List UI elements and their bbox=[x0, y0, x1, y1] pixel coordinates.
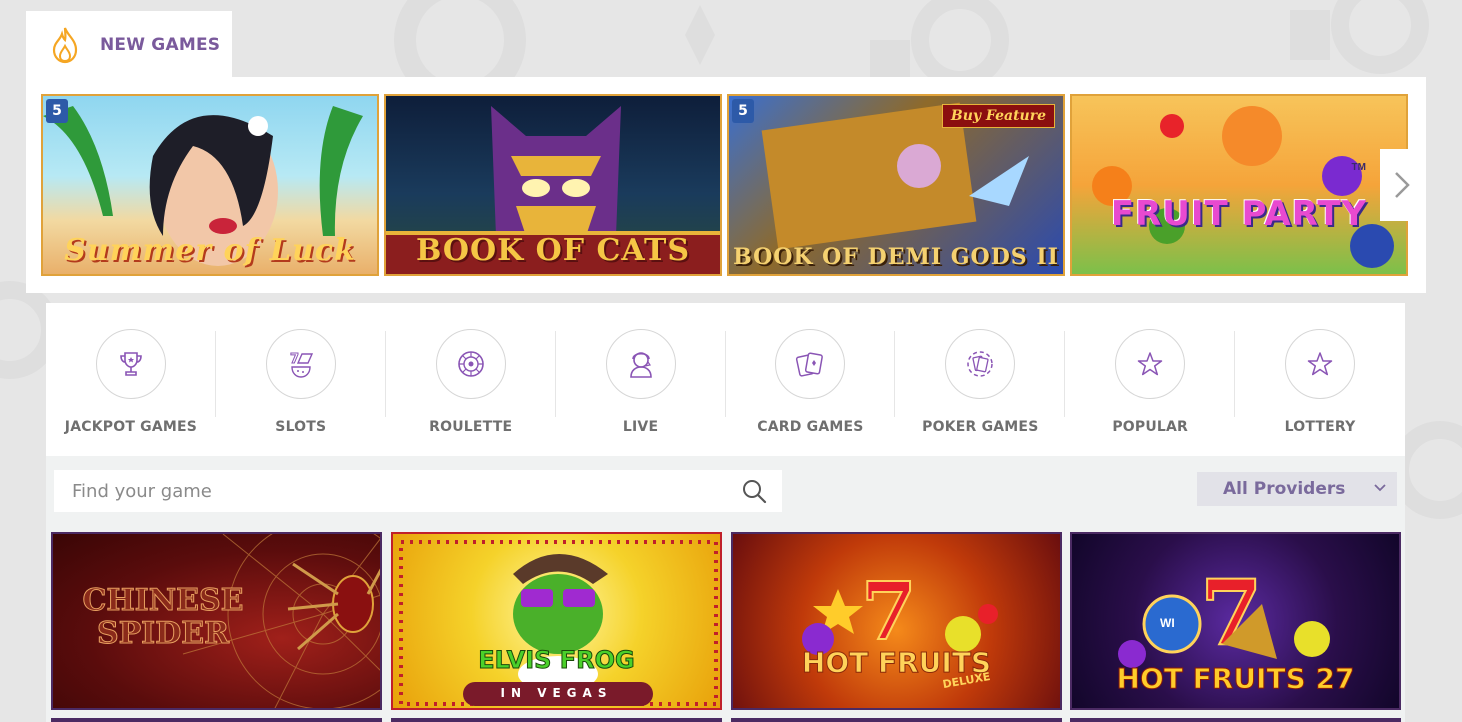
chevron-right-icon bbox=[1395, 172, 1410, 198]
providers-selected: All Providers bbox=[1223, 479, 1346, 499]
game-card-book-of-cats[interactable]: BOOK OF CATS bbox=[384, 94, 722, 276]
category-label: ROULETTE bbox=[429, 419, 513, 435]
category-lottery[interactable]: LOTTERY bbox=[1235, 303, 1405, 456]
svg-text:7: 7 bbox=[290, 352, 299, 367]
new-games-title: NEW GAMES bbox=[100, 34, 221, 55]
buy-feature-tag: Buy Feature bbox=[941, 104, 1055, 128]
search-icon[interactable] bbox=[740, 477, 768, 505]
category-label: LOTTERY bbox=[1284, 419, 1356, 435]
game-tile-chinese-spider[interactable]: CHINESE SPIDER bbox=[51, 532, 382, 710]
poker-icon bbox=[967, 351, 994, 377]
category-label: POKER GAMES bbox=[922, 419, 1039, 435]
game-tile-hot-fruits-27[interactable]: 7 WI HOT FRUITS 27 bbox=[1070, 532, 1401, 710]
category-roulette[interactable]: ROULETTE bbox=[386, 303, 556, 456]
search-input[interactable] bbox=[54, 480, 740, 502]
game-tile-row2[interactable] bbox=[51, 718, 382, 722]
game-card-book-of-demi-gods[interactable]: 5 Buy Feature BOOK OF DEMI GODS II bbox=[727, 94, 1065, 276]
game-tile-sublabel: IN VEGAS bbox=[500, 686, 613, 700]
category-popular[interactable]: POPULAR bbox=[1065, 303, 1236, 456]
star-icon bbox=[1307, 352, 1333, 376]
game-card-label: BOOK OF CATS bbox=[415, 233, 691, 268]
category-poker-games[interactable]: POKER GAMES bbox=[895, 303, 1066, 456]
game-tile-label: CHINESE SPIDER bbox=[82, 583, 244, 651]
game-card-label: BOOK OF DEMI GODS II bbox=[733, 244, 1059, 270]
trademark-mark: TM bbox=[1351, 162, 1366, 173]
fruit-party-art bbox=[1092, 106, 1394, 268]
category-nav: JACKPOT GAMES 7 SLOTS ROULETTE LIVE CARD… bbox=[46, 303, 1405, 456]
category-card-games[interactable]: CARD GAMES bbox=[726, 303, 896, 456]
category-slots[interactable]: 7 SLOTS bbox=[216, 303, 386, 456]
flame-icon bbox=[52, 27, 78, 63]
trophy-icon bbox=[120, 352, 142, 376]
live-dealer-icon bbox=[629, 352, 652, 378]
carousel-next-button[interactable] bbox=[1380, 149, 1424, 221]
game-tile-hot-fruits-deluxe[interactable]: 7 HOT FRUITS DELUXE bbox=[731, 532, 1062, 710]
category-label: CARD GAMES bbox=[757, 419, 864, 435]
game-tile-row2[interactable] bbox=[1070, 718, 1401, 722]
wild-badge: WI bbox=[1160, 616, 1175, 630]
new-games-tab[interactable]: NEW GAMES bbox=[26, 11, 232, 78]
hot-fruits-deluxe-art: 7 bbox=[802, 563, 998, 659]
provider-badge: 5 bbox=[732, 99, 754, 123]
category-label: JACKPOT GAMES bbox=[64, 419, 198, 435]
game-tile-label: ELVIS FROG bbox=[478, 646, 636, 675]
cards-icon bbox=[796, 352, 824, 377]
game-card-label: FRUIT PARTY bbox=[1110, 194, 1368, 234]
providers-dropdown[interactable]: All Providers bbox=[1197, 472, 1397, 506]
search-bar bbox=[54, 470, 782, 512]
new-games-carousel: 5 Summer of Luck BOOK OF CATS 5 Buy Feat… bbox=[26, 77, 1426, 293]
game-card-fruit-party[interactable]: TM FRUIT PARTY bbox=[1070, 94, 1408, 276]
category-label: LIVE bbox=[622, 419, 659, 435]
category-live[interactable]: LIVE bbox=[556, 303, 726, 456]
category-jackpot-games[interactable]: JACKPOT GAMES bbox=[46, 303, 216, 456]
games-section: All Providers CHINESE SPIDER ELVIS FROG bbox=[46, 456, 1405, 722]
chevron-down-icon bbox=[1374, 484, 1386, 492]
category-label: POPULAR bbox=[1112, 419, 1189, 435]
category-label: SLOTS bbox=[275, 419, 327, 435]
slots-icon: 7 bbox=[289, 352, 313, 378]
elvis-frog-art bbox=[399, 540, 718, 706]
provider-badge: 5 bbox=[46, 99, 68, 123]
game-tile-row2[interactable] bbox=[731, 718, 1062, 722]
game-tile-row2[interactable] bbox=[391, 718, 722, 722]
svg-text:7: 7 bbox=[861, 564, 917, 658]
game-tile-label: HOT FRUITS 27 bbox=[1116, 662, 1355, 696]
game-card-label: Summer of Luck bbox=[64, 233, 356, 268]
game-tile-elvis-frog[interactable]: ELVIS FROG IN VEGAS bbox=[391, 532, 722, 710]
roulette-icon bbox=[457, 351, 484, 377]
game-card-summer-of-luck[interactable]: 5 Summer of Luck bbox=[41, 94, 379, 276]
star-icon bbox=[1137, 352, 1163, 376]
